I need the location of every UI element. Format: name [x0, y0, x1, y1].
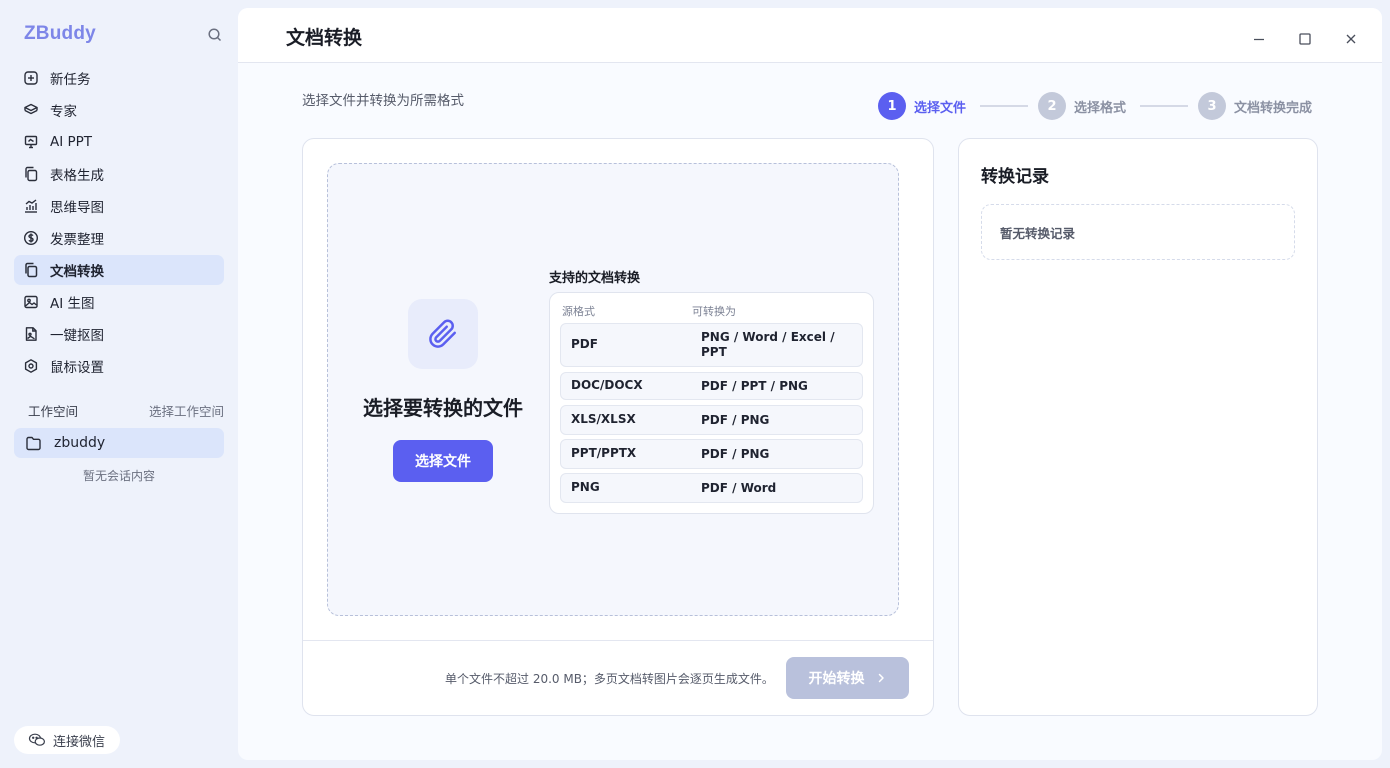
- workspace-title: 工作空间: [28, 404, 79, 419]
- step-number: 1: [878, 92, 906, 120]
- page-title: 文档转换: [286, 27, 363, 49]
- dollar-icon: [23, 230, 39, 246]
- sidebar-item-table[interactable]: 表格生成: [14, 159, 224, 189]
- source-format: PPT/PPTX: [571, 446, 637, 460]
- step-1: 1 选择文件: [878, 92, 966, 120]
- workspace-header: 工作空间 选择工作空间: [28, 401, 224, 420]
- sidebar-item-label: 思维导图: [50, 200, 104, 216]
- select-file-button[interactable]: 选择文件: [393, 440, 493, 482]
- step-connector: [980, 105, 1028, 107]
- copy-icon: [23, 166, 39, 182]
- table-row: DOC/DOCX PDF / PPT / PNG: [560, 372, 863, 400]
- file-dropzone[interactable]: 选择要转换的文件 选择文件 支持的文档转换 源格式 可转换为 PDF PNG /…: [327, 163, 899, 616]
- column-header-source: 源格式: [562, 305, 595, 318]
- sidebar-item-label: 新任务: [50, 72, 91, 88]
- start-convert-button[interactable]: 开始转换: [786, 657, 909, 699]
- wechat-icon: [28, 733, 46, 746]
- folder-icon: [25, 435, 42, 452]
- sidebar-item-label: AI PPT: [50, 134, 93, 150]
- image-icon: [23, 294, 39, 310]
- sidebar-item-label: 文档转换: [50, 264, 104, 280]
- sidebar-item-mouse-settings[interactable]: 鼠标设置: [14, 351, 224, 381]
- chart-icon: [23, 198, 39, 214]
- empty-sessions-text: 暂无会话内容: [82, 469, 155, 483]
- workspace-item[interactable]: zbuddy: [14, 428, 224, 458]
- connect-wechat-button[interactable]: 连接微信: [14, 726, 120, 754]
- source-format: PDF: [571, 337, 598, 351]
- paperclip-icon: [408, 299, 478, 369]
- select-workspace-link[interactable]: 选择工作空间: [149, 401, 224, 420]
- sidebar-nav: 新任务 专家 AI PPT 表格生成 思维导图 发票整理 文档转换 AI 生图 …: [14, 63, 224, 383]
- stepper: 1 选择文件 2 选择格式 3 文档转换完成: [878, 92, 1328, 120]
- supported-formats-table: 源格式 可转换为 PDF PNG / Word / Excel / PPT DO…: [549, 292, 874, 514]
- sidebar-item-invoice[interactable]: 发票整理: [14, 223, 224, 253]
- step-number: 2: [1038, 92, 1066, 120]
- step-3: 3 文档转换完成: [1198, 92, 1312, 120]
- dropzone-title: 选择要转换的文件: [363, 396, 523, 420]
- sidebar-item-label: AI 生图: [50, 296, 95, 312]
- sidebar-item-experts[interactable]: 专家: [14, 95, 224, 125]
- maximize-icon[interactable]: [1296, 30, 1314, 48]
- column-header-target: 可转换为: [692, 305, 736, 318]
- step-label: 选择文件: [914, 100, 967, 116]
- file-image-icon: [23, 326, 39, 342]
- target-formats: PDF / PNG: [701, 413, 770, 427]
- source-format: PNG: [571, 480, 600, 494]
- divider: [303, 640, 933, 641]
- target-formats: PDF / PPT / PNG: [701, 379, 808, 393]
- sidebar-item-mindmap[interactable]: 思维导图: [14, 191, 224, 221]
- main-header: 文档转换: [238, 8, 1382, 63]
- connect-wechat-label: 连接微信: [53, 734, 106, 750]
- file-limit-note: 单个文件不超过 20.0 MB；多页文档转图片会逐页生成文件。: [445, 672, 774, 686]
- sidebar: ZBuddy 新任务 专家 AI PPT 表格生成 思维导图 发票整理 文档转换…: [0, 0, 238, 768]
- source-format: XLS/XLSX: [571, 412, 636, 426]
- step-2: 2 选择格式: [1038, 92, 1126, 120]
- table-row: PDF PNG / Word / Excel / PPT: [560, 323, 863, 367]
- step-label: 选择格式: [1074, 100, 1127, 116]
- conversion-history-card: 转换记录 暂无转换记录: [958, 138, 1318, 716]
- plus-square-icon: [23, 70, 39, 86]
- search-icon[interactable]: [207, 27, 223, 43]
- sidebar-item-label: 鼠标设置: [50, 360, 104, 376]
- history-empty-text: 暂无转换记录: [1000, 225, 1076, 241]
- main-panel: 文档转换 选择文件并转换为所需格式 1 选择文件 2 选择格式 3 文档转换完成: [238, 8, 1382, 760]
- sidebar-item-new-task[interactable]: 新任务: [14, 63, 224, 93]
- settings-icon: [23, 358, 39, 374]
- source-format: DOC/DOCX: [571, 378, 643, 392]
- history-title: 转换记录: [981, 167, 1049, 187]
- target-formats: PNG / Word / Excel / PPT: [701, 330, 835, 359]
- layers-icon: [23, 102, 39, 118]
- start-convert-label: 开始转换: [808, 671, 865, 687]
- table-row: XLS/XLSX PDF / PNG: [560, 405, 863, 435]
- presentation-icon: [23, 134, 39, 150]
- step-label: 文档转换完成: [1234, 100, 1313, 116]
- close-icon[interactable]: [1342, 30, 1360, 48]
- workspace-name: zbuddy: [54, 435, 106, 451]
- table-row: PPT/PPTX PDF / PNG: [560, 439, 863, 469]
- step-number: 3: [1198, 92, 1226, 120]
- sidebar-item-ai-ppt[interactable]: AI PPT: [14, 127, 224, 157]
- sidebar-item-doc-convert[interactable]: 文档转换: [14, 255, 224, 285]
- sidebar-item-ai-image[interactable]: AI 生图: [14, 287, 224, 317]
- sidebar-item-label: 专家: [50, 104, 77, 120]
- app-logo: ZBuddy: [24, 23, 96, 44]
- copy-icon: [23, 262, 39, 278]
- sidebar-item-label: 表格生成: [50, 168, 104, 184]
- page-subtitle: 选择文件并转换为所需格式: [302, 93, 464, 109]
- target-formats: PDF / PNG: [701, 447, 770, 461]
- sidebar-item-cutout[interactable]: 一键抠图: [14, 319, 224, 349]
- target-formats: PDF / Word: [701, 481, 777, 495]
- supported-formats-title: 支持的文档转换: [549, 271, 641, 286]
- step-connector: [1140, 105, 1188, 107]
- history-empty-state: 暂无转换记录: [981, 204, 1295, 260]
- chevron-right-icon: [878, 673, 884, 683]
- table-row: PNG PDF / Word: [560, 473, 863, 503]
- sidebar-item-label: 发票整理: [50, 232, 104, 248]
- minimize-icon[interactable]: [1250, 30, 1268, 48]
- sidebar-item-label: 一键抠图: [50, 328, 104, 344]
- upload-card: 选择要转换的文件 选择文件 支持的文档转换 源格式 可转换为 PDF PNG /…: [302, 138, 934, 716]
